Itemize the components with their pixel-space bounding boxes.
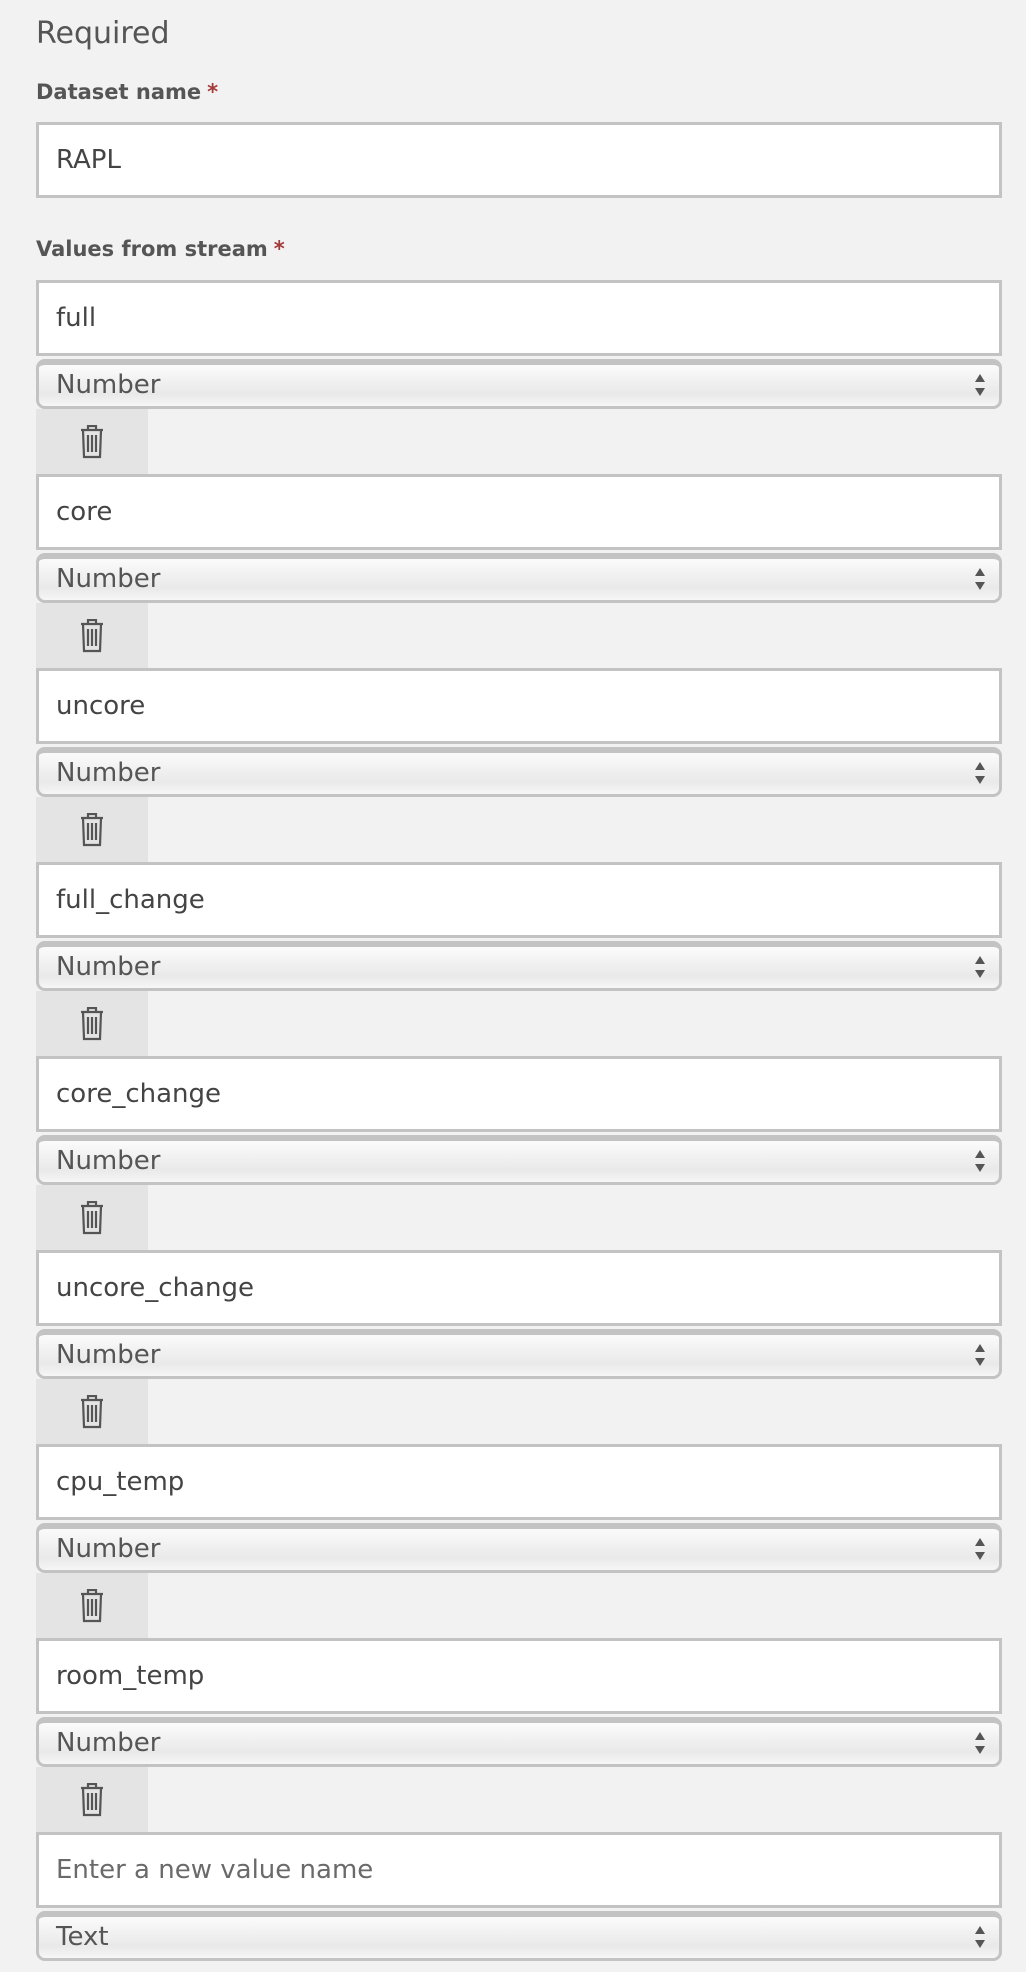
value-name-input[interactable] xyxy=(36,1250,1002,1326)
value-type-select[interactable]: Number xyxy=(36,553,1002,603)
trash-icon xyxy=(81,1201,103,1235)
delete-value-button[interactable] xyxy=(36,1573,148,1639)
trash-icon xyxy=(81,1395,103,1429)
value-type-selected: Number xyxy=(56,758,161,788)
dataset-name-label: Dataset name * xyxy=(36,77,218,107)
value-name-input[interactable] xyxy=(36,280,1002,356)
trash-icon xyxy=(81,619,103,653)
chevron-updown-icon xyxy=(975,956,985,978)
value-name-input[interactable] xyxy=(36,1638,1002,1714)
trash-icon xyxy=(81,425,103,459)
trash-icon xyxy=(81,813,103,847)
chevron-updown-icon xyxy=(975,1150,985,1172)
value-type-selected: Number xyxy=(56,1340,161,1370)
new-value-type-selected: Text xyxy=(56,1922,109,1952)
value-type-selected: Number xyxy=(56,564,161,594)
chevron-updown-icon xyxy=(975,374,985,396)
values-from-stream-label: Values from stream * xyxy=(36,234,285,264)
trash-icon xyxy=(81,1589,103,1623)
trash-icon xyxy=(81,1007,103,1041)
dataset-form: Required Dataset name* Values from strea… xyxy=(0,0,1026,1972)
chevron-updown-icon xyxy=(975,762,985,784)
delete-value-button[interactable] xyxy=(36,1767,148,1833)
chevron-updown-icon xyxy=(975,568,985,590)
delete-value-button[interactable] xyxy=(36,603,148,669)
value-type-select[interactable]: Number xyxy=(36,1329,1002,1379)
required-mark: * xyxy=(207,80,219,104)
value-name-input[interactable] xyxy=(36,862,1002,938)
delete-value-button[interactable] xyxy=(36,797,148,863)
trash-icon xyxy=(81,1783,103,1817)
chevron-updown-icon xyxy=(975,1538,985,1560)
value-name-input[interactable] xyxy=(36,1056,1002,1132)
new-value-type-select[interactable]: Text xyxy=(36,1911,1002,1961)
delete-value-button[interactable] xyxy=(36,409,148,475)
value-type-select[interactable]: Number xyxy=(36,1135,1002,1185)
value-type-select[interactable]: Number xyxy=(36,1717,1002,1767)
dataset-name-label-text: Dataset name xyxy=(36,80,202,104)
chevron-updown-icon xyxy=(975,1344,985,1366)
value-type-select[interactable]: Number xyxy=(36,1523,1002,1573)
required-mark: * xyxy=(273,237,285,261)
value-name-input[interactable] xyxy=(36,1444,1002,1520)
delete-value-button[interactable] xyxy=(36,1379,148,1445)
new-value-name-input[interactable] xyxy=(36,1832,1002,1908)
value-name-input[interactable] xyxy=(36,474,1002,550)
chevron-updown-icon xyxy=(975,1926,985,1948)
section-title: Required xyxy=(36,16,170,51)
delete-value-button[interactable] xyxy=(36,1185,148,1251)
value-type-select[interactable]: Number xyxy=(36,359,1002,409)
value-type-selected: Number xyxy=(56,1534,161,1564)
value-name-input[interactable] xyxy=(36,668,1002,744)
value-type-selected: Number xyxy=(56,1146,161,1176)
value-type-selected: Number xyxy=(56,952,161,982)
chevron-updown-icon xyxy=(975,1732,985,1754)
value-type-select[interactable]: Number xyxy=(36,941,1002,991)
value-type-select[interactable]: Number xyxy=(36,747,1002,797)
value-type-selected: Number xyxy=(56,370,161,400)
values-from-stream-label-text: Values from stream xyxy=(36,237,268,261)
value-type-selected: Number xyxy=(56,1728,161,1758)
dataset-name-input[interactable] xyxy=(36,122,1002,198)
delete-value-button[interactable] xyxy=(36,991,148,1057)
